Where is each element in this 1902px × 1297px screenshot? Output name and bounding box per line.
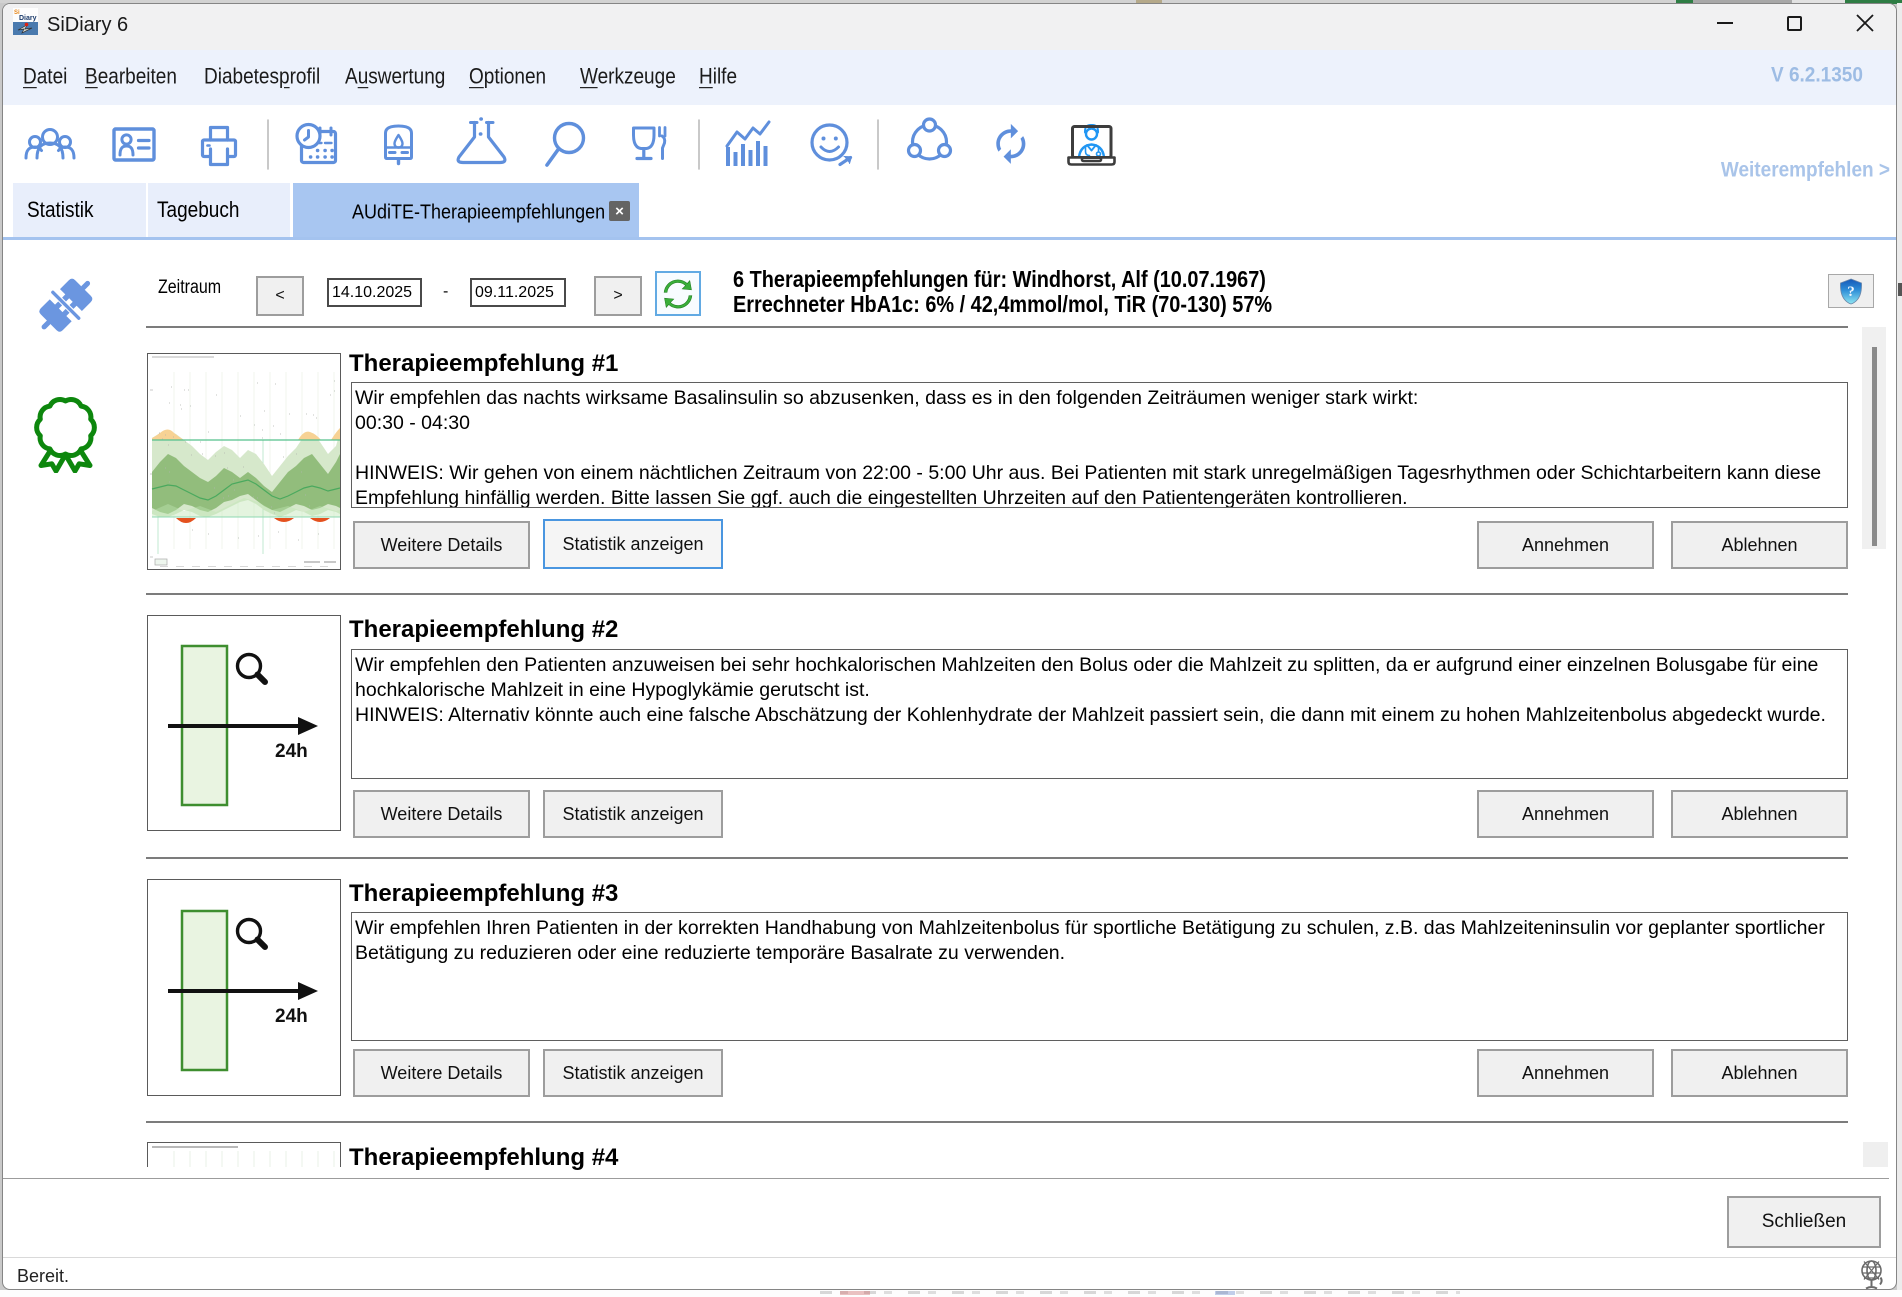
svg-text:24h: 24h: [275, 1006, 308, 1027]
svg-text:?: ?: [1847, 284, 1855, 300]
svg-text:Diary: Diary: [19, 15, 37, 22]
svg-text:24h: 24h: [275, 741, 308, 762]
